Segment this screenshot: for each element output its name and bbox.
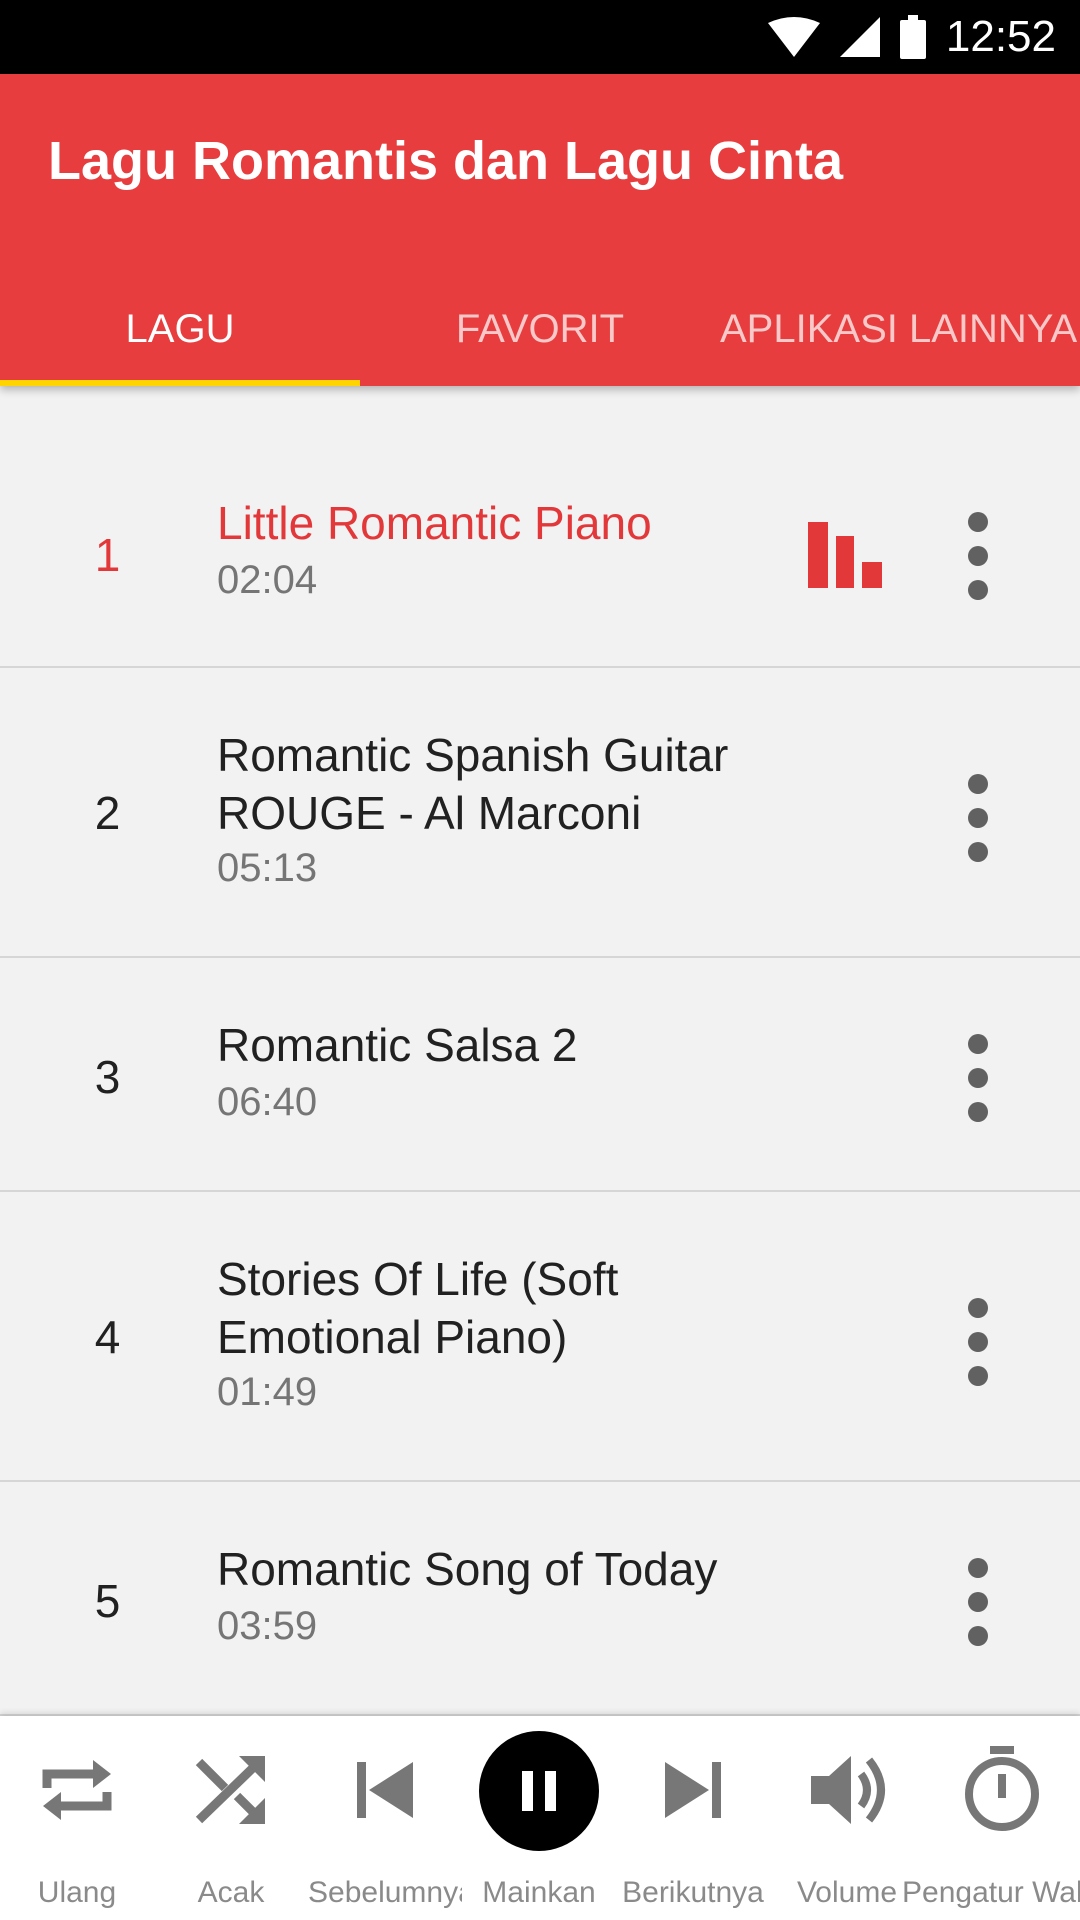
song-duration: 02:04: [217, 558, 318, 602]
song-list: 1 Little Romantic Piano 02:04 2 Romantic…: [0, 386, 1080, 1716]
song-title: Stories Of Life (Soft Emotional Piano): [217, 1253, 619, 1363]
status-icons: 12:52: [767, 0, 1056, 74]
song-number: 3: [94, 1051, 121, 1103]
battery-icon: [899, 15, 926, 59]
dot: [968, 1366, 988, 1386]
timer-button[interactable]: Pengatur Waktu: [902, 1716, 1080, 1920]
song-row[interactable]: 2 Romantic Spanish Guitar ROUGE - Al Mar…: [0, 668, 1080, 958]
dot: [968, 1298, 988, 1318]
song-title: Romantic Spanish Guitar ROUGE - Al Marco…: [217, 729, 729, 839]
timer-label: Pengatur Waktu: [902, 1876, 1080, 1909]
dot: [968, 580, 988, 600]
timer-icon: [965, 1746, 1039, 1831]
play-pause-circle: [479, 1731, 599, 1851]
app-bar: Lagu Romantis dan Lagu Cinta LAGU FAVORI…: [0, 74, 1080, 386]
song-more-button[interactable]: [943, 1292, 1013, 1392]
song-title: Romantic Song of Today: [217, 1543, 718, 1595]
song-duration: 03:59: [217, 1604, 318, 1648]
next-label: Berikutnya: [622, 1876, 764, 1909]
app-title: Lagu Romantis dan Lagu Cinta: [48, 131, 844, 191]
song-number: 4: [94, 1311, 121, 1363]
dot: [968, 808, 988, 828]
dot: [968, 774, 988, 794]
wifi-icon: [767, 17, 820, 57]
dot: [968, 1068, 988, 1088]
song-title: Romantic Salsa 2: [217, 1019, 578, 1071]
song-duration: 06:40: [217, 1080, 318, 1124]
status-bar: 12:52: [0, 0, 1080, 74]
dot: [968, 1592, 988, 1612]
dot: [968, 1626, 988, 1646]
pause-icon: [522, 1771, 556, 1811]
shuffle-label: Acak: [197, 1876, 265, 1909]
song-more-button[interactable]: [943, 1552, 1013, 1652]
tab-aplikasi-lainnya-label: APLIKASI LAINNYA: [720, 306, 1078, 351]
song-duration: 05:13: [217, 846, 318, 890]
tab-aplikasi-lainnya[interactable]: APLIKASI LAINNYA: [720, 272, 1080, 386]
song-more-button[interactable]: [943, 506, 1013, 606]
status-time: 12:52: [945, 12, 1056, 61]
play-pause-button[interactable]: Mainkan: [462, 1716, 616, 1920]
signal-icon: [839, 17, 880, 57]
song-row[interactable]: 1 Little Romantic Piano 02:04: [0, 386, 1080, 668]
dot: [968, 1332, 988, 1352]
song-number: 1: [94, 529, 121, 581]
tab-lagu[interactable]: LAGU: [0, 272, 360, 386]
dot: [968, 512, 988, 532]
song-number: 5: [94, 1575, 121, 1627]
dot: [968, 546, 988, 566]
song-more-button[interactable]: [943, 768, 1013, 868]
repeat-button[interactable]: Ulang: [0, 1716, 154, 1920]
repeat-icon: [42, 1760, 112, 1820]
volume-button[interactable]: Volume: [770, 1716, 924, 1920]
song-duration: 01:49: [217, 1370, 318, 1414]
song-row[interactable]: 3 Romantic Salsa 2 06:40: [0, 958, 1080, 1192]
play-pause-label: Mainkan: [482, 1876, 596, 1909]
volume-icon: [811, 1756, 885, 1824]
repeat-label: Ulang: [37, 1876, 117, 1909]
shuffle-button[interactable]: Acak: [154, 1716, 308, 1920]
song-row[interactable]: 5 Romantic Song of Today 03:59: [0, 1482, 1080, 1716]
previous-label: Sebelumnya: [308, 1876, 462, 1909]
dot: [968, 1034, 988, 1054]
dot: [968, 1558, 988, 1578]
song-title: Little Romantic Piano: [217, 497, 652, 549]
volume-label: Volume: [796, 1876, 898, 1909]
equalizer-icon: [808, 522, 882, 588]
previous-button[interactable]: Sebelumnya: [308, 1716, 462, 1920]
song-number: 2: [94, 787, 121, 839]
tab-bar: LAGU FAVORIT APLIKASI LAINNYA: [0, 272, 1080, 386]
dot: [968, 842, 988, 862]
song-more-button[interactable]: [943, 1028, 1013, 1128]
player-controls: Ulang Acak Sebelumnya Mainkan Berikutnya…: [0, 1716, 1080, 1920]
skip-previous-icon: [357, 1762, 413, 1818]
dot: [968, 1102, 988, 1122]
tab-favorit[interactable]: FAVORIT: [360, 272, 720, 386]
song-row[interactable]: 4 Stories Of Life (Soft Emotional Piano)…: [0, 1192, 1080, 1482]
shuffle-icon: [195, 1756, 265, 1824]
skip-next-icon: [665, 1762, 721, 1818]
next-button[interactable]: Berikutnya: [616, 1716, 770, 1920]
